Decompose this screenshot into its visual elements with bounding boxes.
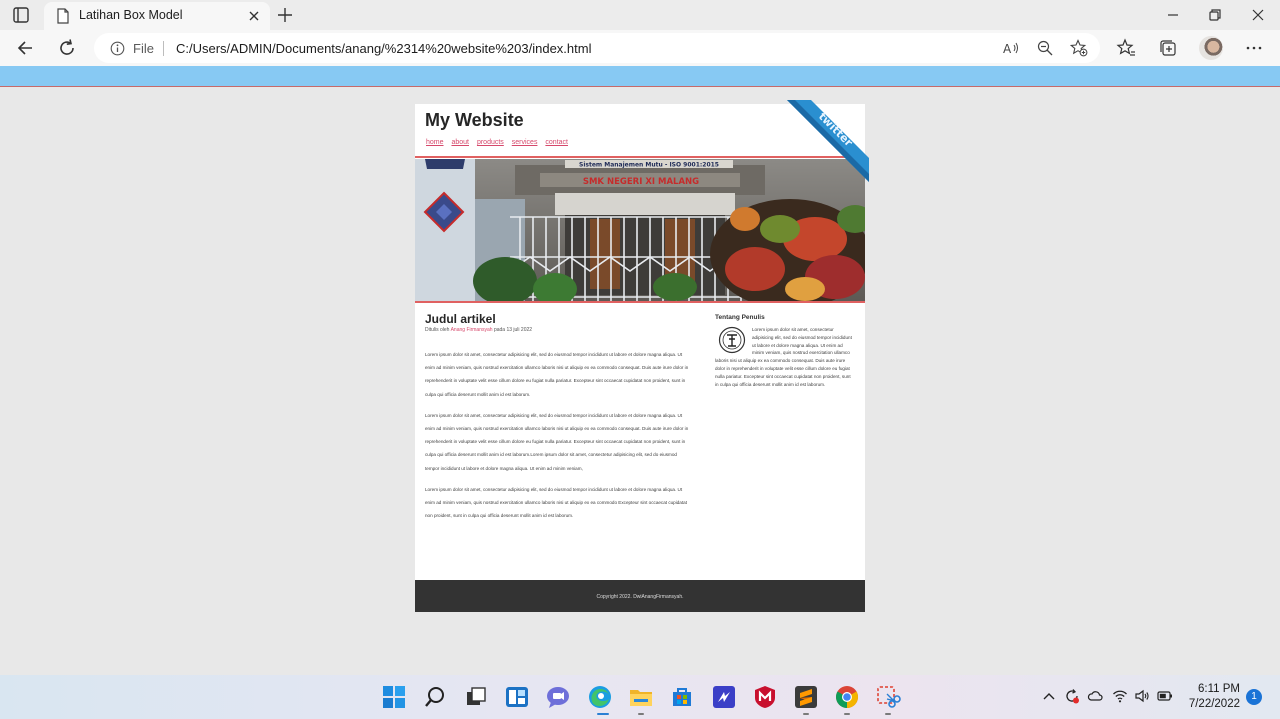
browser-titlebar: Latihan Box Model <box>0 0 1280 30</box>
teams-chat-icon[interactable] <box>545 684 571 710</box>
clock-date[interactable]: 7/22/2022 <box>1180 698 1240 710</box>
chrome-icon[interactable] <box>834 684 860 710</box>
restore-icon[interactable] <box>1204 4 1226 26</box>
article-title: Judul artikel <box>425 312 496 326</box>
sync-alert-icon[interactable] <box>1064 688 1080 704</box>
battery-icon[interactable] <box>1157 688 1173 704</box>
article-paragraph: Lorem ipsum dolor sit amet, consectetur … <box>425 486 687 519</box>
article-paragraph: Lorem ipsum dolor sit amet, consectetur … <box>425 412 689 471</box>
tab-title: Latihan Box Model <box>79 8 183 22</box>
mcafee-icon[interactable] <box>752 684 778 710</box>
visual-studio-code-icon[interactable] <box>711 684 737 710</box>
article-body: Lorem ipsum dolor sit amet, consectetur … <box>425 348 689 530</box>
menu-item-home[interactable]: home <box>426 139 444 146</box>
sublime-running-indicator <box>803 713 809 715</box>
browser-toolbar: File C:/Users/ADMIN/Documents/anang/%231… <box>0 30 1280 66</box>
wifi-icon[interactable] <box>1112 688 1128 704</box>
snipping-tool-icon[interactable] <box>875 684 901 710</box>
banner-divider <box>415 301 865 303</box>
sidebar-title: Tentang Penulis <box>715 314 765 321</box>
show-hidden-icons-chevron-icon[interactable] <box>1041 688 1057 704</box>
article-meta: Ditulis oleh Anang Firmansyah pada 13 ju… <box>425 327 532 333</box>
new-tab-icon[interactable] <box>275 5 295 25</box>
sidebar-body: Lorem ipsum dolor sit amet, consectetur … <box>715 326 853 388</box>
favorites-icon[interactable] <box>1116 38 1136 58</box>
file-scheme-label: File <box>133 41 154 56</box>
more-options-icon[interactable] <box>1244 38 1264 58</box>
zoom-out-icon[interactable] <box>1036 39 1054 57</box>
site-title: My Website <box>425 110 524 130</box>
article-author-link[interactable]: Anang Firmansyah <box>451 327 493 333</box>
profile-avatar[interactable] <box>1199 36 1223 60</box>
omnibox-divider <box>163 41 164 56</box>
search-icon[interactable] <box>422 684 448 710</box>
close-window-icon[interactable] <box>1247 4 1269 26</box>
minimize-icon[interactable] <box>1162 4 1184 26</box>
website-container: My Website home about products services … <box>415 100 869 612</box>
tab-actions-icon[interactable] <box>10 6 32 24</box>
edge-browser-icon[interactable] <box>587 684 613 710</box>
menu-item-about[interactable]: about <box>451 139 469 146</box>
banner-sign-name: SMK NEGERI XI MALANG <box>583 177 699 187</box>
file-explorer-icon[interactable] <box>628 684 654 710</box>
page-top-bar <box>0 66 1280 87</box>
onedrive-cloud-icon[interactable] <box>1087 688 1103 704</box>
address-bar[interactable]: File C:/Users/ADMIN/Documents/anang/%231… <box>94 33 1100 63</box>
microsoft-store-icon[interactable] <box>669 684 695 710</box>
menu-item-contact[interactable]: contact <box>545 139 568 146</box>
close-tab-icon[interactable] <box>245 7 263 25</box>
refresh-icon[interactable] <box>57 38 77 58</box>
browser-tab-active[interactable]: Latihan Box Model <box>44 2 270 30</box>
site-footer: Copyright 2022. DwiAnangFirmansyah. <box>415 580 865 612</box>
copyright-text: Copyright 2022. DwiAnangFirmansyah. <box>596 594 684 600</box>
start-icon[interactable] <box>381 684 407 710</box>
clock-time[interactable]: 6:11 PM <box>1186 683 1240 695</box>
back-icon[interactable] <box>15 38 35 58</box>
chrome-running-indicator <box>844 713 850 715</box>
snipping-running-indicator <box>885 713 891 715</box>
explorer-running-indicator <box>638 713 644 715</box>
twitter-ribbon[interactable]: twitter <box>787 100 869 182</box>
banner-sign-top: Sistem Manajemen Mutu - ISO 9001:2015 <box>579 162 719 169</box>
notification-count-badge[interactable]: 1 <box>1246 689 1262 705</box>
sublime-text-icon[interactable] <box>793 684 819 710</box>
article-paragraph: Lorem ipsum dolor sit amet, consectetur … <box>425 352 689 397</box>
menu-item-services[interactable]: services <box>512 139 538 146</box>
volume-icon[interactable] <box>1134 688 1150 704</box>
info-icon[interactable] <box>110 41 125 56</box>
edge-active-indicator <box>597 713 609 715</box>
windows-taskbar: 6:11 PM 7/22/2022 1 <box>0 675 1280 719</box>
widgets-icon[interactable] <box>504 684 530 710</box>
main-menu: home about products services contact <box>426 139 574 146</box>
author-logo <box>718 326 746 354</box>
url-text[interactable]: C:/Users/ADMIN/Documents/anang/%2314%20w… <box>176 41 591 56</box>
add-favorite-icon[interactable] <box>1069 39 1088 57</box>
svg-text:A: A <box>1003 42 1012 56</box>
menu-item-products[interactable]: products <box>477 139 504 146</box>
article-meta-prefix: Ditulis oleh <box>425 327 450 333</box>
collections-icon[interactable] <box>1158 38 1178 58</box>
read-aloud-icon[interactable]: A <box>1002 39 1020 57</box>
article-meta-date: pada 13 juli 2022 <box>493 327 533 333</box>
task-view-icon[interactable] <box>463 684 489 710</box>
page-icon <box>56 8 70 24</box>
